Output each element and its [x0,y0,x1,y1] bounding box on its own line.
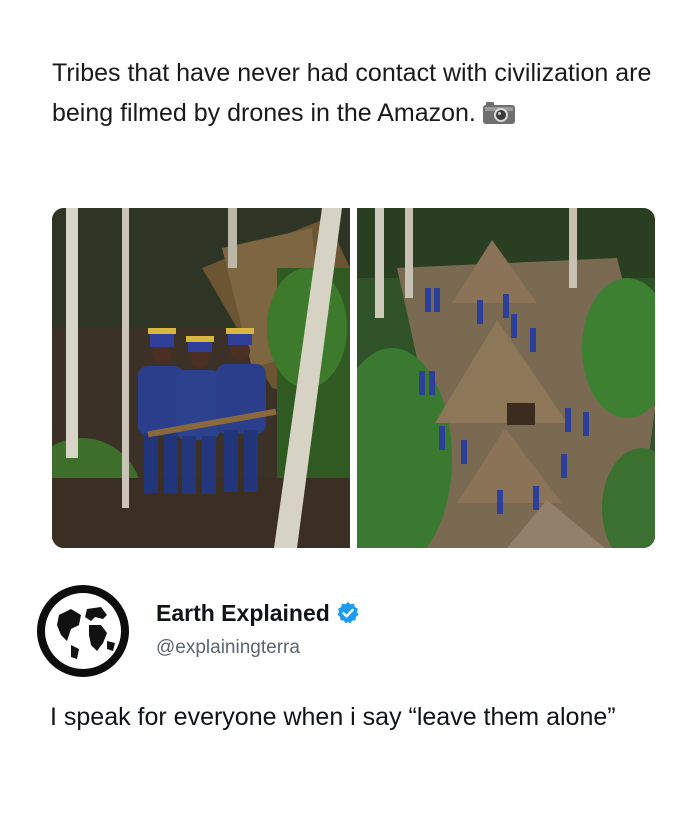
author-name[interactable]: Earth Explained [156,600,360,631]
avatar[interactable] [37,585,129,677]
caption-text: Tribes that have never had contact with … [52,59,652,127]
camera-icon [482,97,516,137]
photo-tribesmen[interactable] [52,208,350,548]
meme-page: Tribes that have never had contact with … [0,0,700,819]
post-caption: Tribes that have never had contact with … [52,53,652,137]
globe-icon [37,587,129,677]
author-name-text: Earth Explained [156,600,330,626]
photo-aerial-huts[interactable] [357,208,655,548]
tweet-text: I speak for everyone when i say “leave t… [50,703,616,731]
verified-badge-icon [336,601,360,631]
author-handle[interactable]: @explainingterra [156,637,300,659]
